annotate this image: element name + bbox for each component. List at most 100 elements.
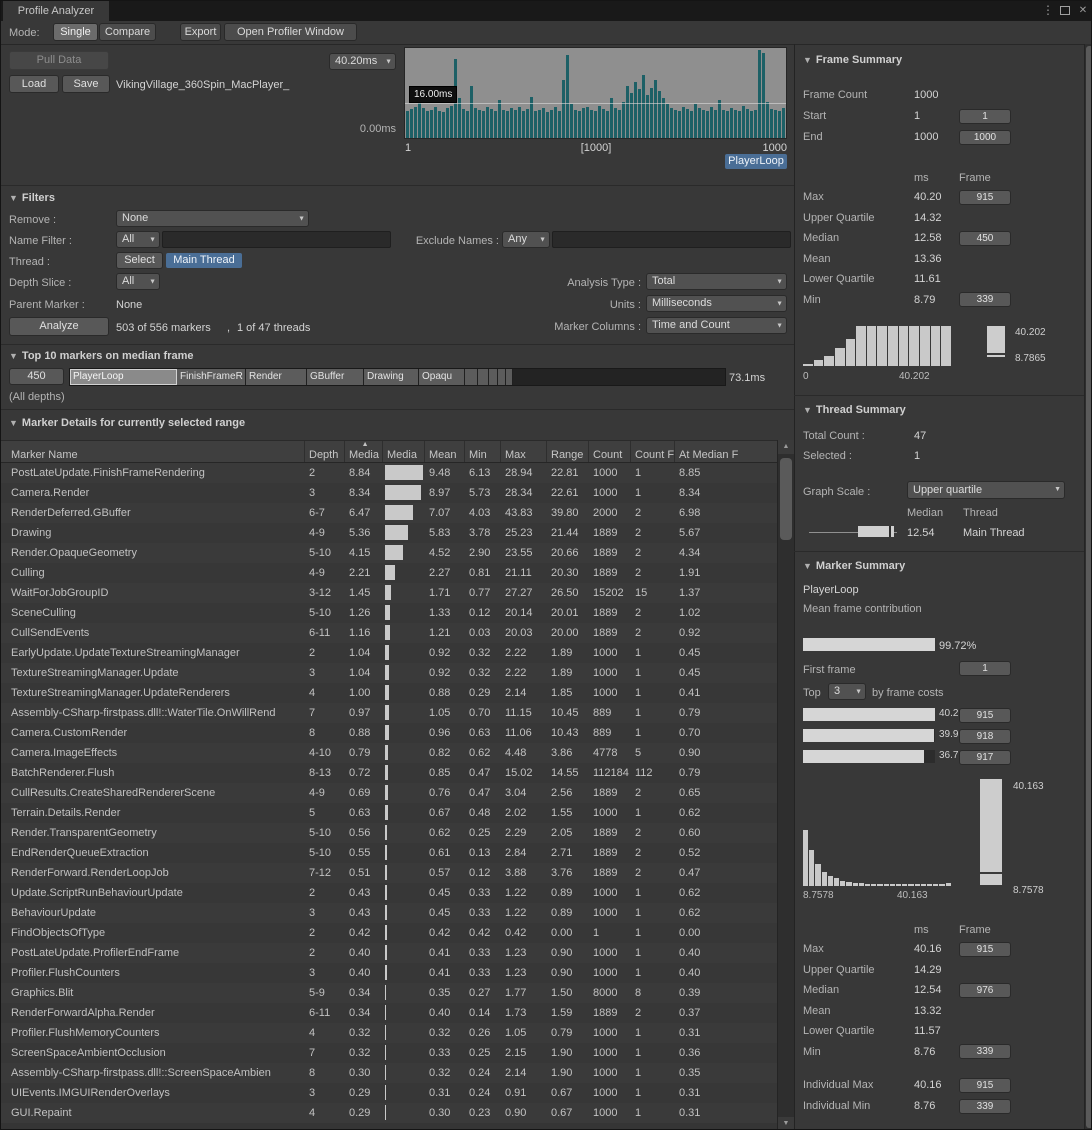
frame-link-button[interactable]: 918: [959, 729, 1011, 744]
top-markers-header[interactable]: Top 10 markers on median frame: [9, 349, 194, 363]
table-column-header[interactable]: Range: [547, 441, 589, 462]
median-frame-button[interactable]: 450: [9, 368, 64, 385]
table-scrollbar[interactable]: [777, 440, 794, 1130]
scroll-up-icon[interactable]: [778, 440, 794, 454]
filters-header[interactable]: Filters: [9, 191, 55, 205]
table-row[interactable]: Render.TransparentGeometry5-100.560.620.…: [1, 823, 777, 843]
load-button[interactable]: Load: [9, 75, 59, 93]
top-marker-segment[interactable]: [478, 369, 489, 385]
frame-link-button[interactable]: 915: [959, 190, 1011, 205]
top-marker-segment[interactable]: [506, 369, 513, 385]
table-row[interactable]: WaitForJobGroupID3-121.451.710.7727.2726…: [1, 583, 777, 603]
frame-summary-header[interactable]: Frame Summary: [803, 53, 902, 67]
table-row[interactable]: Graphics.Blit5-90.340.350.271.771.508000…: [1, 983, 777, 1003]
table-row[interactable]: Assembly-CSharp-firstpass.dll!::WaterTil…: [1, 703, 777, 723]
top-marker-segment[interactable]: GBuffer: [307, 369, 364, 385]
frame-link-button[interactable]: 915: [959, 708, 1011, 723]
table-row[interactable]: CullResults.CreateSharedRendererScene4-9…: [1, 783, 777, 803]
scroll-down-icon[interactable]: [778, 1117, 794, 1130]
name-filter-input[interactable]: [162, 231, 391, 248]
table-row[interactable]: Drawing4-95.365.833.7825.2321.44188925.6…: [1, 523, 777, 543]
save-button[interactable]: Save: [62, 75, 110, 93]
table-row[interactable]: SceneCulling5-101.261.330.1220.1420.0118…: [1, 603, 777, 623]
top-marker-segment[interactable]: Render: [246, 369, 307, 385]
thread-select-button[interactable]: Select: [116, 252, 163, 269]
table-row[interactable]: Assembly-CSharp-firstpass.dll!::ScreenSp…: [1, 1063, 777, 1083]
table-row[interactable]: UIEvents.IMGUIRenderOverlays30.290.310.2…: [1, 1083, 777, 1103]
table-row[interactable]: Profiler.FlushCounters30.400.410.331.230…: [1, 963, 777, 983]
mode-single-button[interactable]: Single: [53, 23, 98, 41]
top-marker-segment[interactable]: PlayerLoop: [70, 369, 177, 385]
frame-link-button[interactable]: 339: [959, 292, 1011, 307]
marker-details-header[interactable]: Marker Details for currently selected ra…: [9, 416, 245, 430]
scrollbar-thumb[interactable]: [1086, 46, 1092, 1128]
top-marker-segment[interactable]: [498, 369, 506, 385]
remove-dropdown[interactable]: None: [116, 210, 309, 227]
table-row[interactable]: BatchRenderer.Flush8-130.720.850.4715.02…: [1, 763, 777, 783]
table-column-header[interactable]: Media: [345, 441, 383, 462]
table-row[interactable]: PostLateUpdate.FinishFrameRendering28.84…: [1, 463, 777, 483]
marker-summary-header[interactable]: Marker Summary: [803, 559, 905, 573]
first-frame-button[interactable]: 1: [959, 661, 1011, 676]
table-row[interactable]: TextureStreamingManager.UpdateRenderers4…: [1, 683, 777, 703]
table-column-header[interactable]: Count Fra: [631, 441, 675, 462]
table-column-header[interactable]: Max: [501, 441, 547, 462]
units-dropdown[interactable]: Milliseconds: [646, 295, 787, 312]
table-row[interactable]: EndRenderQueueExtraction5-100.550.610.13…: [1, 843, 777, 863]
table-row[interactable]: RenderForwardAlpha.Render6-110.340.400.1…: [1, 1003, 777, 1023]
analysis-type-dropdown[interactable]: Total: [646, 273, 787, 290]
graph-scale-dropdown[interactable]: Upper quartile: [907, 481, 1065, 499]
table-column-header[interactable]: At Median F: [675, 441, 777, 462]
exclude-mode-dropdown[interactable]: Any: [502, 231, 550, 248]
table-row[interactable]: Camera.ImageEffects4-100.790.820.624.483…: [1, 743, 777, 763]
restore-window-icon[interactable]: [1060, 6, 1072, 18]
table-row[interactable]: EarlyUpdate.UpdateTextureStreamingManage…: [1, 643, 777, 663]
table-row[interactable]: Culling4-92.212.270.8121.1120.30188921.9…: [1, 563, 777, 583]
frame-link-button[interactable]: 1000: [959, 130, 1011, 145]
table-column-header[interactable]: Depth: [305, 441, 345, 462]
table-row[interactable]: ScreenSpaceAmbientOcclusion70.320.330.25…: [1, 1043, 777, 1063]
table-row[interactable]: CullSendEvents6-111.161.210.0320.0320.00…: [1, 623, 777, 643]
top-marker-segment[interactable]: Opaqu: [419, 369, 465, 385]
frame-link-button[interactable]: 1: [959, 109, 1011, 124]
export-button[interactable]: Export: [180, 23, 221, 41]
table-row[interactable]: GUI.Repaint40.290.300.230.900.67100010.3…: [1, 1103, 777, 1123]
table-row[interactable]: FindObjectsOfType20.420.420.420.420.0011…: [1, 923, 777, 943]
frame-link-button[interactable]: 976: [959, 983, 1011, 998]
table-column-header[interactable]: Count: [589, 441, 631, 462]
open-profiler-window-button[interactable]: Open Profiler Window: [224, 23, 357, 41]
table-row[interactable]: RenderDeferred.GBuffer6-76.477.074.0343.…: [1, 503, 777, 523]
kebab-menu-icon[interactable]: ⋮: [1041, 3, 1055, 19]
frame-time-chart[interactable]: 16.00ms: [404, 47, 787, 139]
exclude-names-input[interactable]: [552, 231, 791, 248]
frame-link-button[interactable]: 339: [959, 1099, 1011, 1114]
top-n-dropdown[interactable]: 3: [828, 683, 866, 700]
analyze-button[interactable]: Analyze: [9, 317, 109, 336]
frame-link-button[interactable]: 915: [959, 1078, 1011, 1093]
frame-link-button[interactable]: 915: [959, 942, 1011, 957]
table-column-header[interactable]: Mean: [425, 441, 465, 462]
top-marker-segment[interactable]: [489, 369, 498, 385]
table-row[interactable]: Profiler.FlushMemoryCounters40.320.320.2…: [1, 1023, 777, 1043]
thread-summary-header[interactable]: Thread Summary: [803, 403, 906, 417]
right-panel-scrollbar[interactable]: [1084, 44, 1092, 1130]
tab-profile-analyzer[interactable]: Profile Analyzer: [3, 1, 109, 21]
table-row[interactable]: Camera.Render38.348.975.7328.3422.611000…: [1, 483, 777, 503]
table-column-header[interactable]: Min: [465, 441, 501, 462]
table-row[interactable]: RenderForward.RenderLoopJob7-120.510.570…: [1, 863, 777, 883]
mode-compare-button[interactable]: Compare: [99, 23, 156, 41]
table-row[interactable]: Render.OpaqueGeometry5-104.154.522.9023.…: [1, 543, 777, 563]
marker-columns-dropdown[interactable]: Time and Count: [646, 317, 787, 334]
frame-link-button[interactable]: 917: [959, 750, 1011, 765]
table-row[interactable]: Camera.CustomRender80.880.960.6311.0610.…: [1, 723, 777, 743]
table-row[interactable]: BehaviourUpdate30.430.450.331.220.891000…: [1, 903, 777, 923]
frame-link-button[interactable]: 339: [959, 1044, 1011, 1059]
table-row[interactable]: Terrain.Details.Render50.630.670.482.021…: [1, 803, 777, 823]
depth-slice-dropdown[interactable]: All: [116, 273, 160, 290]
table-row[interactable]: Update.ScriptRunBehaviourUpdate20.430.45…: [1, 883, 777, 903]
pull-data-button[interactable]: Pull Data: [9, 51, 109, 70]
table-row[interactable]: PostLateUpdate.ProfilerEndFrame20.400.41…: [1, 943, 777, 963]
table-column-header[interactable]: Media: [383, 441, 425, 462]
name-filter-mode-dropdown[interactable]: All: [116, 231, 160, 248]
top-marker-segment[interactable]: FinishFrameR: [177, 369, 246, 385]
